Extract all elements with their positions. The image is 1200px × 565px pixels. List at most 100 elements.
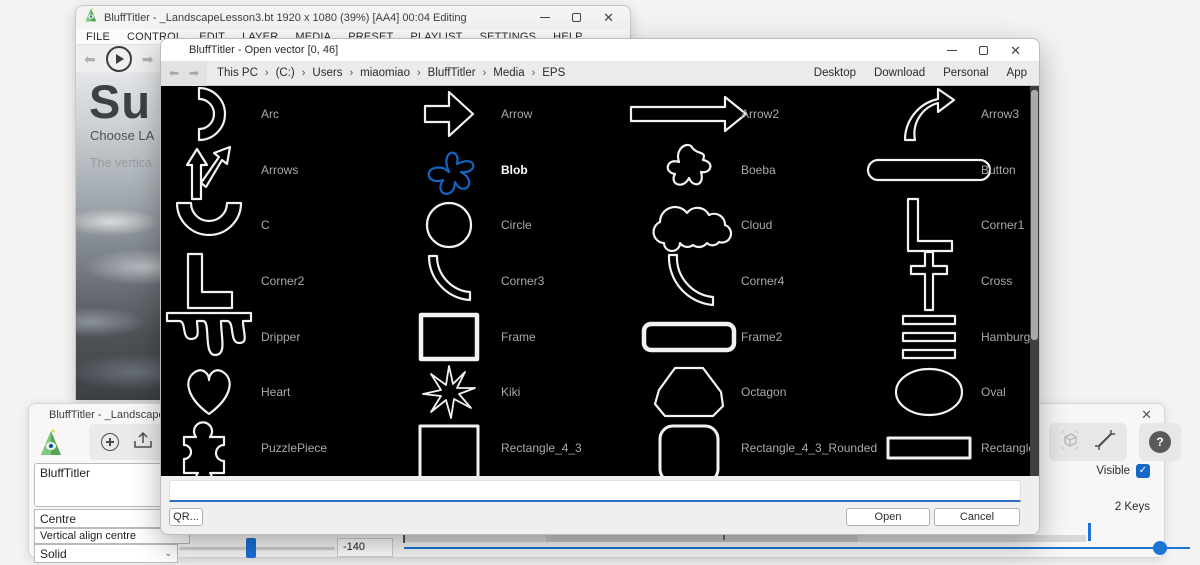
vector-item-arc[interactable]: Arc bbox=[161, 86, 401, 142]
vector-item-corner2[interactable]: Corner2 bbox=[161, 252, 401, 310]
quick-link-personal[interactable]: Personal bbox=[943, 67, 988, 79]
vector-item-boeba[interactable]: Boeba bbox=[641, 142, 881, 198]
breadcrumb-separator-icon: › bbox=[416, 67, 421, 79]
c-shape-icon bbox=[161, 197, 257, 253]
timeline-track-segment bbox=[546, 535, 858, 542]
previous-key-icon[interactable]: ⬅ bbox=[84, 52, 96, 66]
open-button[interactable]: Open bbox=[846, 508, 930, 526]
play-button[interactable] bbox=[105, 45, 132, 72]
vector-item-cross[interactable]: Cross bbox=[881, 250, 1039, 312]
vector-item-corner4[interactable]: Corner4 bbox=[641, 253, 881, 309]
position-slider-handle[interactable] bbox=[246, 538, 256, 558]
vector-item-c[interactable]: C bbox=[161, 197, 401, 253]
vector-item-blob[interactable]: Blob bbox=[401, 142, 641, 198]
cross-shape-icon bbox=[881, 250, 977, 312]
vector-item-octagon[interactable]: Octagon bbox=[641, 364, 881, 420]
vector-item-label: Kiki bbox=[501, 385, 521, 400]
dialog-minimize-icon[interactable] bbox=[947, 49, 958, 51]
position-value-field[interactable]: -140 bbox=[337, 538, 393, 557]
hamburger-shape-icon bbox=[881, 313, 977, 361]
vector-item-arrows[interactable]: Arrows bbox=[161, 142, 401, 200]
main-window-title: BluffTitler - _LandscapeLesson3.bt 1920 … bbox=[104, 11, 467, 24]
vector-item-rectangle_4_3_rounded[interactable]: Rectangle_4_3_Rounded bbox=[641, 420, 881, 476]
breadcrumb-item-eps[interactable]: EPS bbox=[542, 67, 565, 79]
vector-item-oval[interactable]: Oval bbox=[881, 364, 1039, 420]
heart-shape-icon bbox=[161, 364, 257, 420]
rect43r-shape-icon bbox=[641, 423, 737, 476]
grid-scrollbar[interactable] bbox=[1030, 86, 1039, 476]
vector-item-arrow2[interactable]: Arrow2 bbox=[629, 86, 881, 142]
vector-item-rectangle_16[interactable]: Rectangle_16 bbox=[881, 420, 1039, 476]
breadcrumb-item-thispc[interactable]: This PC bbox=[217, 67, 258, 79]
quick-link-download[interactable]: Download bbox=[874, 67, 925, 79]
vector-item-dripper[interactable]: Dripper bbox=[161, 309, 401, 365]
breadcrumb-separator-icon: › bbox=[349, 67, 354, 79]
vector-item-puzzlepiece[interactable]: PuzzlePiece bbox=[161, 420, 401, 476]
vector-item-circle[interactable]: Circle bbox=[401, 197, 641, 253]
vector-item-frame2[interactable]: Frame2 bbox=[641, 309, 881, 365]
vector-item-hamburger[interactable]: Hamburger bbox=[881, 309, 1039, 365]
timeline-slider-handle[interactable] bbox=[1153, 541, 1167, 555]
style-select[interactable]: Solid ⌄ bbox=[34, 544, 178, 563]
breadcrumb-item-users[interactable]: Users bbox=[312, 67, 342, 79]
vector-item-cloud[interactable]: Cloud bbox=[641, 197, 881, 253]
key-marker-icon bbox=[1088, 523, 1091, 541]
open-vector-dialog: BluffTitler - Open vector [0, 46] ✕ ⬅ ➡ … bbox=[160, 38, 1040, 535]
vector-item-arrow3[interactable]: Arrow3 bbox=[881, 86, 1039, 142]
vector-item-button[interactable]: Button bbox=[866, 142, 1039, 198]
qr-button[interactable]: QR... bbox=[169, 508, 203, 526]
back-icon[interactable]: ⬅ bbox=[169, 67, 179, 79]
circle-shape-icon bbox=[401, 200, 497, 250]
vector-grid: Arc Arrow Arrow2 Arrow3 Arrows Blob Boeba Butto… bbox=[161, 86, 1039, 476]
quick-link-desktop[interactable]: Desktop bbox=[814, 67, 856, 79]
preview-caption-text: The vertica bbox=[90, 156, 152, 170]
vector-item-label: Cross bbox=[981, 273, 1013, 288]
add-layer-icon[interactable] bbox=[101, 433, 119, 451]
export-icon[interactable] bbox=[133, 431, 153, 454]
vector-item-label: Corner4 bbox=[741, 273, 785, 288]
dialog-close-icon[interactable]: ✕ bbox=[1010, 44, 1021, 57]
cancel-button[interactable]: Cancel bbox=[934, 508, 1020, 526]
menu-item-file[interactable]: FILE bbox=[86, 31, 110, 43]
scrollbar-thumb[interactable] bbox=[1031, 90, 1038, 340]
dialog-maximize-icon[interactable] bbox=[979, 45, 989, 55]
oval-shape-icon bbox=[881, 366, 977, 418]
vector-item-heart[interactable]: Heart bbox=[161, 364, 401, 420]
chevron-down-icon: ⌄ bbox=[164, 548, 172, 558]
close-icon[interactable]: ✕ bbox=[603, 11, 614, 24]
quick-link-app[interactable]: App bbox=[1007, 67, 1027, 79]
measure-tool-icon[interactable] bbox=[1093, 428, 1117, 457]
breadcrumb-item-c[interactable]: (C:) bbox=[276, 67, 295, 79]
vector-item-label: Arrow bbox=[501, 106, 533, 121]
vector-item-arrow[interactable]: Arrow bbox=[401, 86, 641, 142]
minimize-icon[interactable] bbox=[540, 17, 551, 18]
puzzle-shape-icon bbox=[161, 421, 257, 476]
visible-checkbox[interactable]: ✓ bbox=[1136, 464, 1150, 478]
main-titlebar: BluffTitler - _LandscapeLesson3.bt 1920 … bbox=[76, 6, 630, 29]
help-icon[interactable]: ? bbox=[1149, 431, 1171, 453]
timeline-slider[interactable] bbox=[404, 547, 1190, 549]
vector-item-frame[interactable]: Frame bbox=[401, 309, 641, 365]
next-key-icon[interactable]: ➡ bbox=[142, 52, 154, 66]
breadcrumb-separator-icon: › bbox=[301, 67, 306, 79]
arc-shape-icon bbox=[161, 86, 257, 143]
vector-item-corner1[interactable]: Corner1 bbox=[881, 197, 1039, 253]
vector-item-label: C bbox=[261, 218, 270, 233]
breadcrumb-item-miaomiao[interactable]: miaomiao bbox=[360, 67, 410, 79]
breadcrumb-separator-icon: › bbox=[482, 67, 487, 79]
timeline-track[interactable] bbox=[404, 535, 1086, 542]
breadcrumb-item-media[interactable]: Media bbox=[493, 67, 524, 79]
position-slider-track[interactable] bbox=[179, 547, 335, 550]
vector-item-rectangle_4_3[interactable]: Rectangle_4_3 bbox=[401, 420, 641, 476]
forward-icon[interactable]: ➡ bbox=[189, 67, 199, 79]
panel-close-icon[interactable]: ✕ bbox=[1141, 407, 1152, 423]
vector-item-label: Rectangle_4_3 bbox=[501, 440, 582, 455]
vector-item-label: Heart bbox=[261, 385, 291, 400]
cube-tool-icon[interactable] bbox=[1059, 429, 1081, 456]
breadcrumb-item-blufftitler[interactable]: BluffTitler bbox=[428, 67, 476, 79]
vector-item-kiki[interactable]: Kiki bbox=[401, 364, 641, 420]
filename-input[interactable] bbox=[169, 480, 1021, 502]
vector-item-corner3[interactable]: Corner3 bbox=[401, 253, 641, 309]
vector-item-label: Corner1 bbox=[981, 218, 1025, 233]
maximize-icon[interactable] bbox=[572, 13, 582, 22]
